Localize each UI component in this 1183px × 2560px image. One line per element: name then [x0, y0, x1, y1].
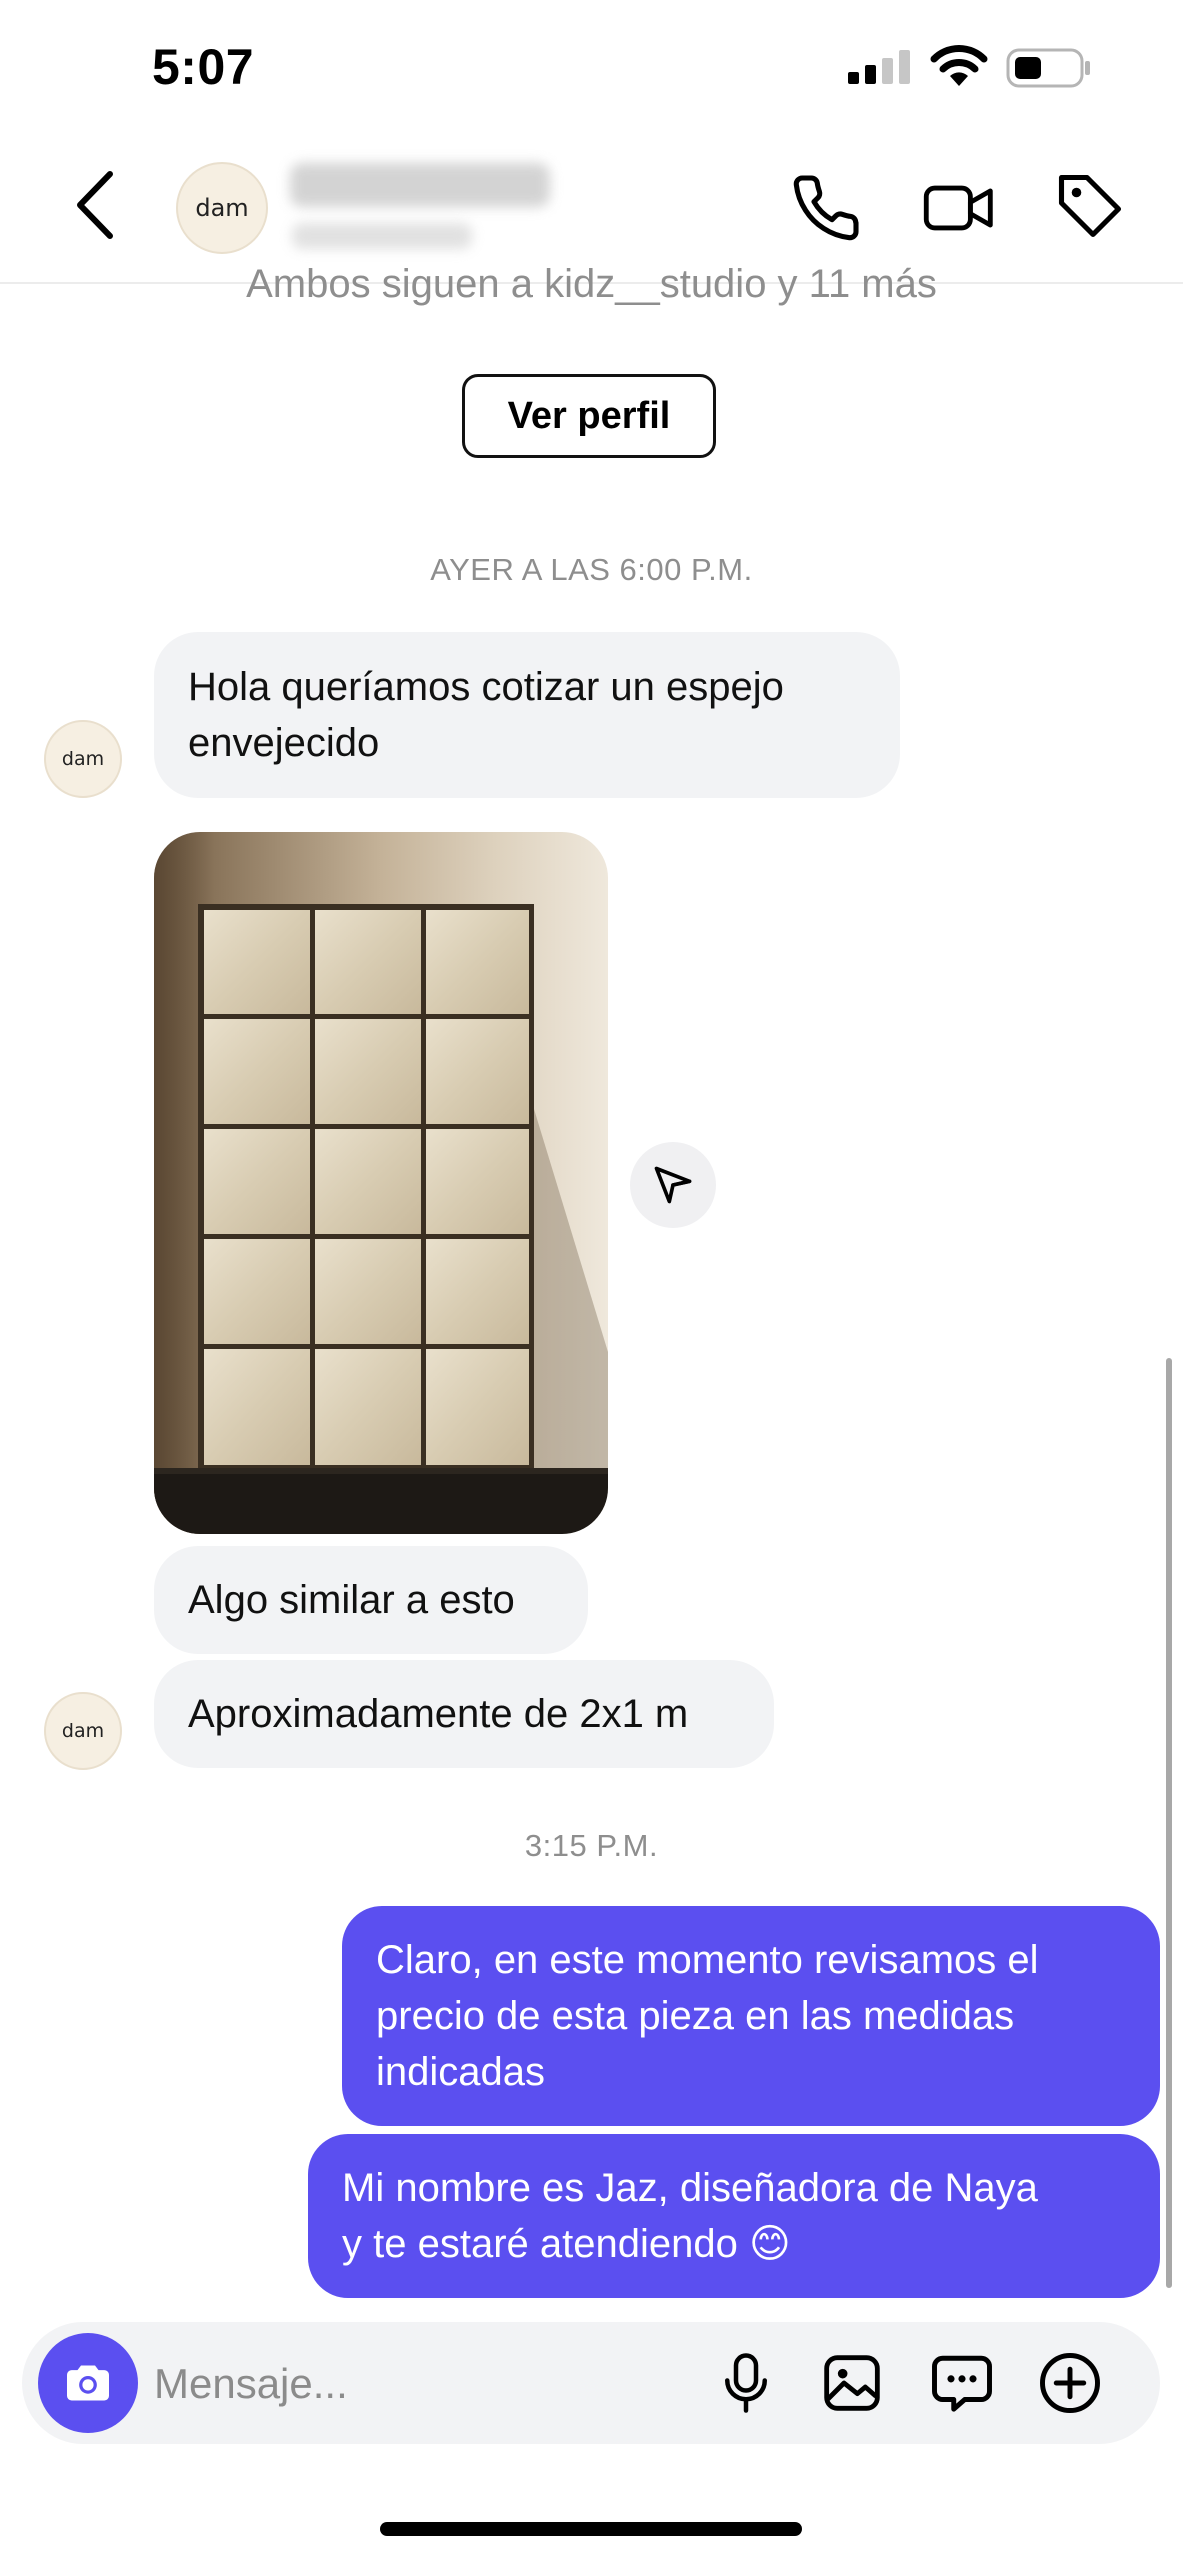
sender-avatar[interactable]: dam [44, 1692, 122, 1770]
incoming-message[interactable]: Hola queríamos cotizar un espejo envejec… [154, 632, 900, 798]
incoming-message[interactable]: Algo similar a esto [154, 1546, 588, 1654]
mutual-followers-text: Ambos siguen a kidz__studio y 11 más [246, 262, 937, 306]
gallery-icon[interactable] [812, 2343, 892, 2423]
avatar-logo: dam [61, 748, 105, 770]
incoming-message[interactable]: Aproximadamente de 2x1 m [154, 1660, 774, 1768]
message-input[interactable] [154, 2346, 674, 2422]
timestamp: 3:15 P.M. [524, 1828, 659, 1863]
status-time: 5:07 [152, 39, 255, 95]
outgoing-message[interactable]: Claro, en este momento revisamos el prec… [342, 1906, 1160, 2126]
phone-icon[interactable] [790, 172, 862, 249]
message-text-line: y te estaré atendiendo 😊 [342, 2222, 791, 2266]
message-text: Aproximadamente de 2x1 m [188, 1692, 689, 1736]
home-indicator[interactable] [380, 2522, 802, 2536]
message-text: Algo similar a esto [188, 1578, 515, 1622]
battery-icon [1006, 48, 1092, 93]
sticker-icon[interactable] [922, 2343, 1002, 2423]
avatar-logo: dam [61, 1720, 105, 1742]
message-text-line: envejecido [188, 721, 380, 765]
camera-icon [67, 2365, 109, 2401]
back-icon[interactable] [68, 168, 124, 247]
wifi-icon [930, 44, 988, 93]
video-camera-icon[interactable] [922, 172, 996, 249]
message-text-line: indicadas [376, 2050, 546, 2094]
avatar-logo: dam [195, 194, 249, 222]
avatar[interactable]: dam [176, 162, 268, 254]
scrollbar[interactable] [1166, 1358, 1172, 2288]
share-button[interactable] [630, 1142, 716, 1228]
shared-photo-mirror[interactable] [154, 832, 608, 1534]
send-icon [654, 1166, 692, 1204]
tag-icon[interactable] [1054, 170, 1126, 247]
plus-icon[interactable] [1030, 2343, 1110, 2423]
message-text-line: precio de esta pieza en las medidas [376, 1994, 1015, 2038]
sender-avatar[interactable]: dam [44, 720, 122, 798]
contact-name-blurred[interactable] [290, 163, 550, 207]
cellular-signal-icon [848, 50, 912, 89]
message-text-line: Claro, en este momento revisamos el [376, 1938, 1039, 1982]
camera-button[interactable] [38, 2333, 138, 2433]
microphone-icon[interactable] [706, 2343, 786, 2423]
contact-username-blurred [292, 223, 472, 249]
view-profile-button[interactable]: Ver perfil [462, 374, 716, 458]
message-text-line: Mi nombre es Jaz, diseñadora de Naya [342, 2166, 1038, 2210]
message-text-line: Hola queríamos cotizar un espejo [188, 665, 784, 709]
timestamp: AYER A LAS 6:00 P.M. [430, 552, 753, 587]
outgoing-message[interactable]: Mi nombre es Jaz, diseñadora de Naya y t… [308, 2134, 1160, 2298]
